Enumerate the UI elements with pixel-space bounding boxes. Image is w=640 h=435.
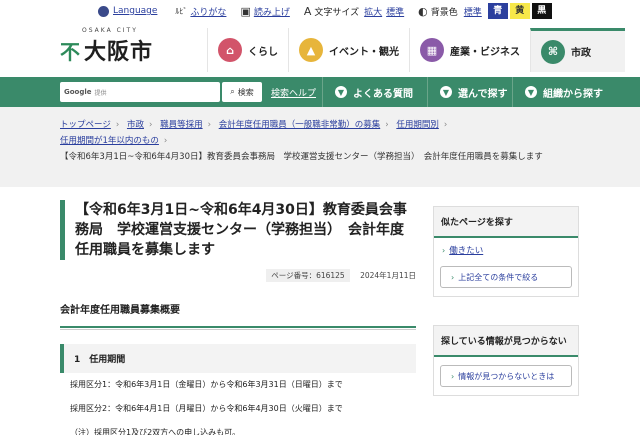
breadcrumb-current: 【令和6年3月1日~令和6年4月30日】教育委員会事務局 学校運営支援センター（… <box>60 152 543 162</box>
filter-all-label: 上記全ての条件で絞る <box>458 272 539 282</box>
choose-link[interactable]: ▼ 選んで探す <box>427 77 512 107</box>
breadcrumb-link[interactable]: 市政 <box>127 120 144 130</box>
tower-icon: ▲ <box>299 38 323 62</box>
bg-standard-link[interactable]: 標準 <box>464 5 482 18</box>
nav-label: くらし <box>248 46 278 58</box>
site-header: OSAKA CITY 不 大阪市 ⌂ くらし ▲ イベント・観光 ▦ 産業・ビジ… <box>0 22 640 77</box>
page-meta: ページ番号：616125 2024年1月11日 <box>60 269 416 282</box>
logo-subtitle: OSAKA CITY <box>82 27 138 34</box>
org-label: 組織から探す <box>543 88 603 100</box>
chevron-right-icon: › <box>451 272 455 282</box>
similar-heading: 似たページを探す <box>434 207 578 238</box>
breadcrumb-link[interactable]: 任用期間が1年以内のもの <box>60 136 159 146</box>
period-note: （注）採用区分1及び2双方への申し込みも可。 <box>70 428 241 435</box>
chevron-down-icon: ▼ <box>440 86 452 98</box>
site-logo[interactable]: 不 大阪市 <box>60 34 153 66</box>
search-input[interactable]: Google 提供 <box>60 82 220 102</box>
chevron-right-icon: › <box>442 246 446 255</box>
globe-icon <box>98 5 109 17</box>
nav-label: 産業・ビジネス <box>450 46 520 58</box>
faq-link[interactable]: ▼ よくある質問 <box>322 77 427 107</box>
utility-bar: Language ﾙﾋﾞ ふりがな ▣ 読み上げ A 文字サイズ 拡大 標準 ◐… <box>0 0 640 22</box>
org-link[interactable]: ▼ 組織から探す <box>512 77 640 107</box>
search-bar: Google 提供 ⌕ 検索 検索ヘルプ ▼ よくある質問 ▼ 選んで探す ▼ … <box>0 77 640 107</box>
language-link[interactable]: Language <box>113 6 157 16</box>
font-size-icon: A <box>303 4 312 18</box>
page-title: 【令和6年3月1日~令和6年4月30日】教育委員会事務局 学校運営支援センター（… <box>60 200 416 260</box>
palette-icon: ◐ <box>418 4 428 18</box>
read-aloud-link[interactable]: 読み上げ <box>254 5 290 18</box>
faq-label: よくある質問 <box>353 88 413 100</box>
nav-business[interactable]: ▦ 産業・ビジネス <box>409 28 530 72</box>
nav-kurashi[interactable]: ⌂ くらし <box>207 28 288 72</box>
not-found-box: 探している情報が見つからない › 情報が見つからないときは <box>433 325 579 396</box>
speaker-icon: ▣ <box>240 4 251 18</box>
font-size-large-link[interactable]: 拡大 <box>364 5 382 18</box>
font-size-label: 文字サイズ <box>314 7 360 18</box>
font-size-standard-link[interactable]: 標準 <box>386 5 404 18</box>
google-sub: 提供 <box>94 89 107 97</box>
bg-black-button[interactable]: 黒 <box>531 3 552 19</box>
chevron-down-icon: ▼ <box>335 86 347 98</box>
not-found-label: 情報が見つからないときは <box>458 371 555 381</box>
choose-label: 選んで探す <box>458 88 508 100</box>
chevron-right-icon: › <box>115 120 120 130</box>
bg-yellow-button[interactable]: 黄 <box>509 3 530 19</box>
search-help-link[interactable]: 検索ヘルプ <box>271 86 316 99</box>
city-icon: ⌘ <box>541 39 565 64</box>
city-emblem-icon: 不 <box>60 39 80 64</box>
section-heading: 会計年度任用職員募集概要 <box>60 301 416 330</box>
building-icon: ▦ <box>420 38 444 62</box>
furigana-link[interactable]: ふりがな <box>190 5 226 18</box>
global-nav: ⌂ くらし ▲ イベント・観光 ▦ 産業・ビジネス ⌘ 市政 <box>207 28 625 72</box>
logo-text: 大阪市 <box>84 40 154 65</box>
search-icon: ⌕ <box>230 87 235 96</box>
chevron-right-icon: › <box>385 120 389 130</box>
similar-pages-box: 似たページを探す › 働きたい › 上記全ての条件で絞る <box>433 206 579 297</box>
not-found-button[interactable]: › 情報が見つからないときは <box>440 365 572 387</box>
chevron-right-icon: › <box>207 120 211 130</box>
chevron-right-icon: › <box>443 120 448 130</box>
similar-link[interactable]: 働きたい <box>449 246 483 256</box>
filter-all-button[interactable]: › 上記全ての条件で絞る <box>440 266 572 288</box>
page-date: 2024年1月11日 <box>360 271 416 280</box>
chevron-right-icon: › <box>148 120 153 130</box>
ruby-icon: ﾙﾋﾞ <box>175 6 188 16</box>
search-button-label: 検索 <box>237 87 254 97</box>
nav-label: 市政 <box>571 48 591 59</box>
breadcrumb-link[interactable]: 会計年度任用職員（一般職非常勤）の募集 <box>219 120 381 130</box>
chevron-down-icon: ▼ <box>525 86 537 98</box>
bg-color-label: 背景色 <box>430 7 458 18</box>
period-line: 採用区分1：令和6年3月1日（金曜日）から令和6年3月31日（日曜日）まで <box>70 380 343 389</box>
breadcrumb-link[interactable]: トップページ <box>60 120 111 130</box>
chevron-right-icon: › <box>451 371 455 381</box>
page-number: ページ番号：616125 <box>266 269 350 282</box>
house-icon: ⌂ <box>218 38 242 62</box>
breadcrumb: トップページ › 市政 › 職員等採用 › 会計年度任用職員（一般職非常勤）の募集 › … <box>0 107 640 187</box>
nav-label: イベント・観光 <box>329 46 399 58</box>
nav-event[interactable]: ▲ イベント・観光 <box>288 28 409 72</box>
nav-shisei[interactable]: ⌘ 市政 <box>530 28 625 72</box>
bg-blue-button[interactable]: 青 <box>487 3 508 19</box>
main-content: 【令和6年3月1日~令和6年4月30日】教育委員会事務局 学校運営支援センター（… <box>60 200 416 435</box>
breadcrumb-link[interactable]: 任用期間別 <box>396 120 439 130</box>
notfound-heading: 探している情報が見つからない <box>434 326 578 357</box>
subsection-heading: 1 任用期間 <box>60 344 416 373</box>
search-button[interactable]: ⌕ 検索 <box>222 82 262 102</box>
chevron-right-icon: › <box>163 136 168 146</box>
similar-item: › 働きたい <box>434 238 578 262</box>
google-label: Google <box>64 88 92 96</box>
period-line: 採用区分2：令和6年4月1日（月曜日）から令和6年4月30日（火曜日）まで <box>70 404 343 413</box>
breadcrumb-link[interactable]: 職員等採用 <box>160 120 203 130</box>
